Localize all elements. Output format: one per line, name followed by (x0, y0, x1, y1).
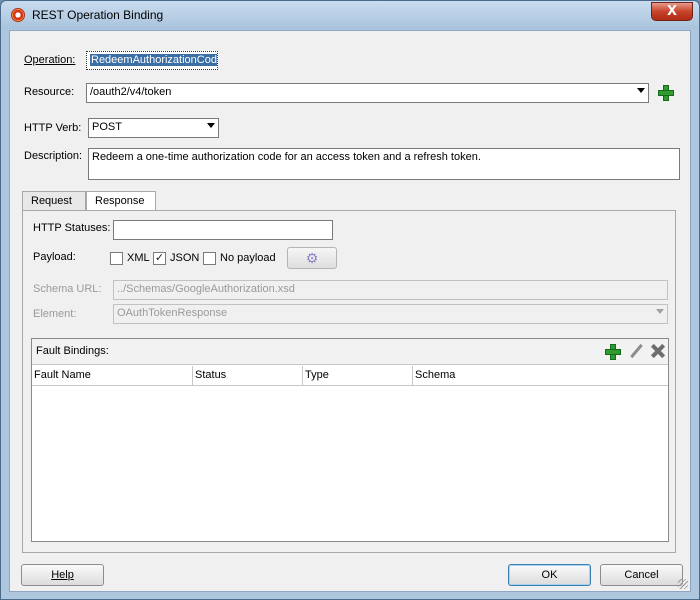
chevron-down-icon[interactable] (637, 88, 645, 93)
verb-combo[interactable]: POST (88, 118, 219, 138)
statuses-label: HTTP Statuses: (33, 222, 111, 234)
add-fault-icon[interactable] (604, 343, 621, 360)
operation-field[interactable]: RedeemAuthorizationCode (86, 51, 218, 70)
help-button-label: Help (51, 569, 74, 581)
schema-label: Schema URL: (33, 283, 102, 295)
column-fault-name[interactable]: Fault Name (32, 366, 193, 386)
operation-label-text: Operation: (24, 54, 76, 66)
element-label: Element: (33, 308, 77, 320)
resource-combo[interactable]: /oauth2/v4/token (86, 83, 649, 103)
column-type-label: Type (305, 369, 329, 381)
nopayload-label: No payload (220, 252, 276, 264)
resource-value: /oauth2/v4/token (90, 86, 172, 98)
window-title: REST Operation Binding (32, 8, 164, 22)
schema-value: ../Schemas/GoogleAuthorization.xsd (117, 283, 295, 295)
ok-button-label: OK (541, 569, 558, 581)
description-label: Description: (24, 150, 83, 162)
jdeveloper-app-icon (11, 8, 25, 22)
add-resource-icon[interactable] (657, 84, 674, 101)
nopayload-checkbox[interactable] (203, 252, 216, 265)
xml-checkbox[interactable] (110, 252, 123, 265)
verb-value: POST (92, 121, 122, 133)
xml-label: XML (127, 252, 150, 264)
ok-button[interactable]: OK (508, 564, 591, 586)
tab-response[interactable]: Response (86, 191, 156, 212)
json-label: JSON (170, 252, 200, 264)
element-combo[interactable]: OAuthTokenResponse (113, 304, 668, 324)
description-value: Redeem a one-time authorization code for… (92, 151, 481, 163)
payload-label: Payload: (33, 251, 76, 263)
fault-bindings-title: Fault Bindings: (36, 345, 109, 357)
description-field[interactable]: Redeem a one-time authorization code for… (88, 148, 680, 180)
gear-icon: ⚙ (305, 250, 319, 266)
fault-bindings-header: Fault Bindings: (32, 339, 668, 365)
resize-grip[interactable] (678, 579, 688, 589)
column-fault-name-label: Fault Name (34, 369, 91, 381)
dialog-window: REST Operation Binding X Operation: Rede… (0, 0, 700, 600)
help-button[interactable]: Help (21, 564, 104, 586)
dialog-content: Operation: RedeemAuthorizationCode Resou… (9, 30, 691, 592)
close-button[interactable]: X (651, 2, 693, 21)
fault-bindings-panel: Fault Bindings: Fault Name Status Type S… (31, 338, 669, 542)
cancel-button-label: Cancel (624, 569, 659, 581)
cancel-button[interactable]: Cancel (600, 564, 683, 586)
tab-response-label: Response (95, 195, 145, 207)
json-checkbox[interactable]: ✓ (153, 252, 166, 265)
column-schema[interactable]: Schema (413, 366, 668, 386)
resource-label: Resource: (24, 86, 75, 98)
verb-label: HTTP Verb: (24, 122, 82, 134)
schema-field[interactable]: ../Schemas/GoogleAuthorization.xsd (113, 280, 668, 300)
column-type[interactable]: Type (303, 366, 413, 386)
statuses-input[interactable] (113, 220, 333, 240)
configure-payload-button[interactable]: ⚙ (287, 247, 337, 269)
tab-request-label: Request (31, 195, 72, 207)
operation-value: RedeemAuthorizationCode (90, 54, 217, 66)
tab-request[interactable]: Request (22, 191, 86, 211)
column-status[interactable]: Status (193, 366, 303, 386)
delete-fault-icon[interactable] (650, 343, 666, 359)
edit-fault-icon[interactable] (628, 344, 644, 360)
column-schema-label: Schema (415, 369, 456, 381)
chevron-down-icon[interactable] (656, 309, 664, 314)
column-status-label: Status (195, 369, 227, 381)
chevron-down-icon[interactable] (207, 123, 215, 128)
response-panel: HTTP Statuses: Payload: XML ✓ JSON No pa… (22, 210, 676, 553)
operation-label: Operation: (24, 54, 75, 66)
title-bar[interactable]: REST Operation Binding X (1, 1, 699, 29)
element-value: OAuthTokenResponse (117, 307, 228, 319)
